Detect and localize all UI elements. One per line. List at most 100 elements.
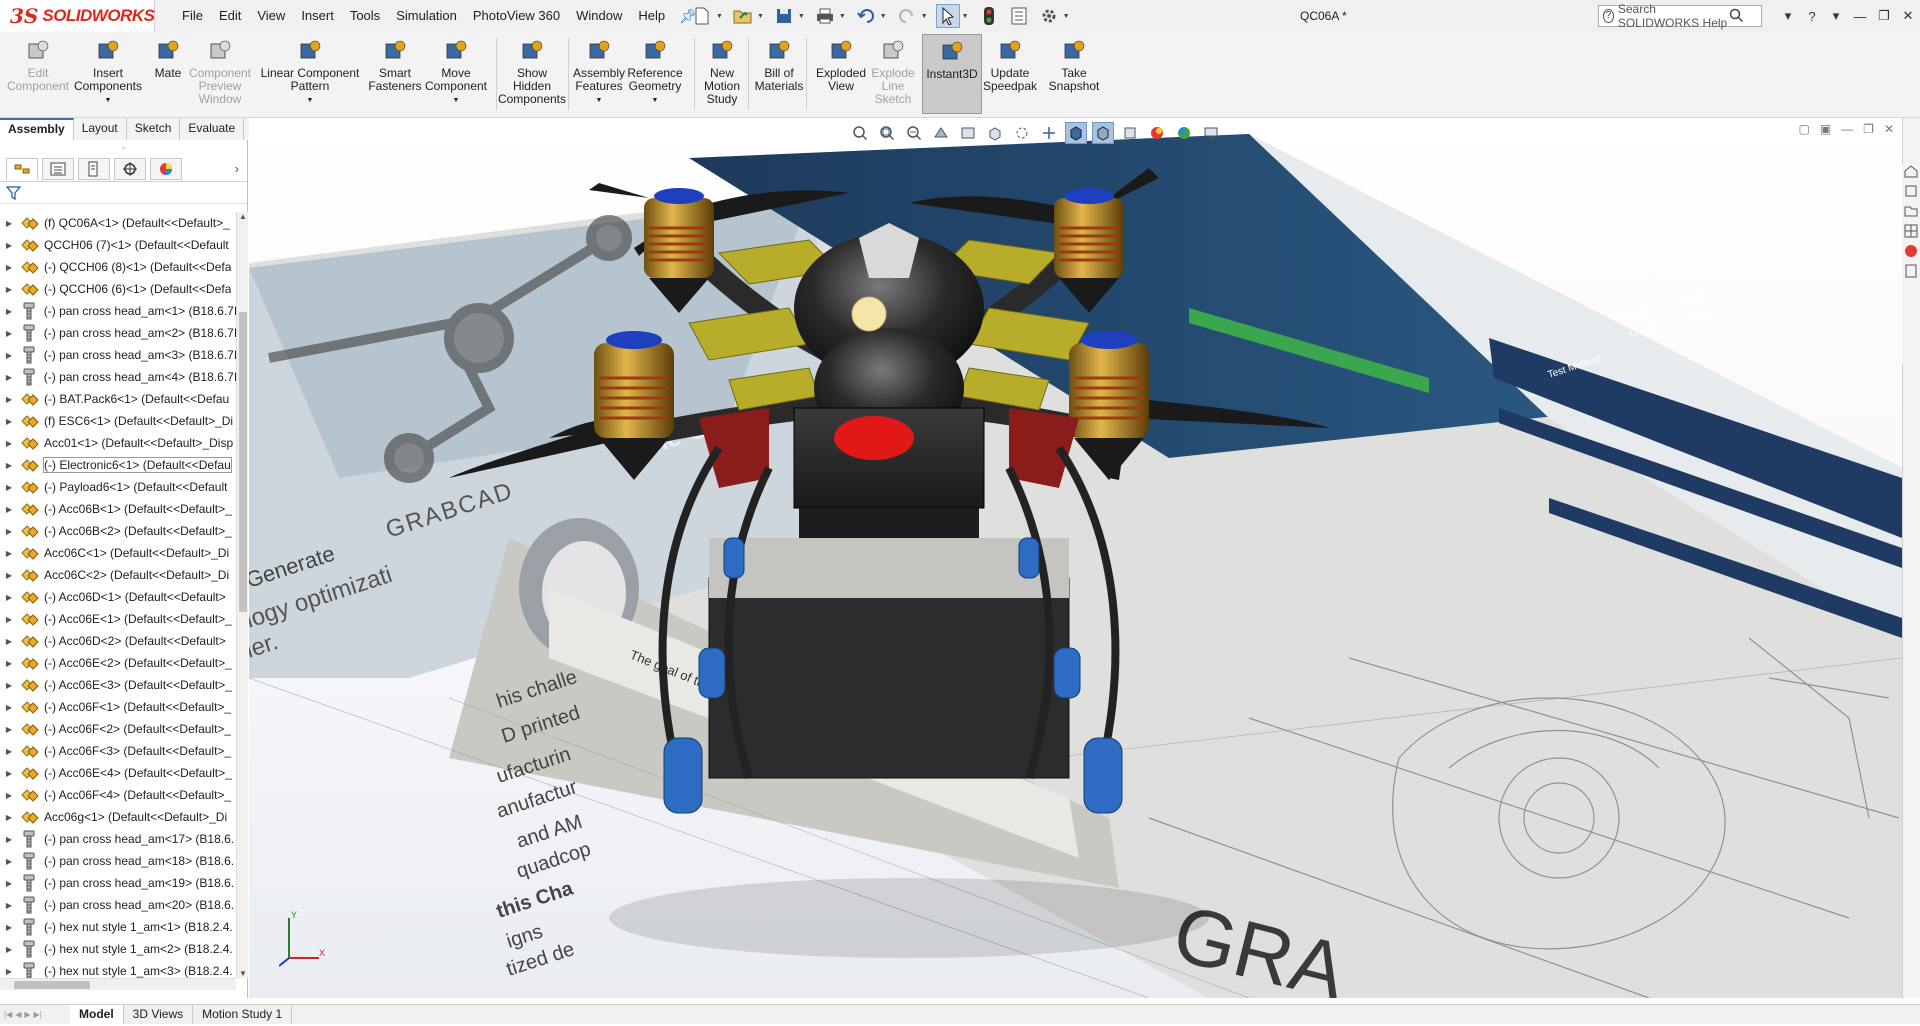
expand-arrow-icon[interactable]: ▶	[0, 549, 18, 558]
edit-appearance-icon[interactable]	[1146, 122, 1168, 144]
command-dropdown-icon[interactable]: ▼	[596, 94, 603, 107]
close-icon[interactable]: ✕	[1896, 8, 1920, 24]
tree-row[interactable]: ▶ (-) Electronic6<1> (Default<<Defau	[0, 454, 236, 476]
zoom-to-fit-icon[interactable]	[849, 122, 871, 144]
menu-file[interactable]: File	[174, 0, 211, 32]
tree-row[interactable]: ▶ (-) Acc06B<1> (Default<<Default>_	[0, 498, 236, 520]
tab-sketch[interactable]: Sketch	[127, 118, 181, 140]
tree-row[interactable]: ▶ (-) pan cross head_am<1> (B18.6.7I	[0, 300, 236, 322]
tree-horizontal-scrollbar[interactable]	[0, 978, 236, 990]
display-style-shaded-icon[interactable]	[1065, 122, 1087, 144]
options-gear-icon[interactable]	[1037, 4, 1061, 28]
menu-insert[interactable]: Insert	[293, 0, 342, 32]
expand-arrow-icon[interactable]: ▶	[0, 351, 18, 360]
bottom-tab-3d-views[interactable]: 3D Views	[124, 1005, 194, 1024]
panel-expand-arrow-icon[interactable]: ›	[235, 161, 239, 176]
expand-arrow-icon[interactable]: ▶	[0, 417, 18, 426]
explode-line-sketch-button[interactable]: Explode Line Sketch	[870, 34, 916, 114]
appearances-icon[interactable]	[1904, 244, 1918, 258]
feature-manager-tree-icon[interactable]	[6, 157, 38, 180]
prev-tab-icon[interactable]: ◀	[15, 1010, 21, 1019]
assembly-features-button[interactable]: Assembly Features ▼	[568, 34, 630, 114]
graphics-area[interactable]: Generate GRABCAD The Go The goal of this…	[249, 118, 1902, 998]
filter-icon[interactable]	[6, 185, 24, 201]
viewport-expand-icon[interactable]: ▣	[1820, 122, 1831, 136]
hide-show-items-icon[interactable]	[1119, 122, 1141, 144]
tree-row[interactable]: ▶ (-) QCCH06 (6)<1> (Default<<Defa	[0, 278, 236, 300]
options-dropdown-icon[interactable]: ▼	[1063, 13, 1070, 20]
expand-arrow-icon[interactable]: ▶	[0, 615, 18, 624]
view-orientation-icon[interactable]	[984, 122, 1006, 144]
expand-arrow-icon[interactable]: ▶	[0, 659, 18, 668]
expand-arrow-icon[interactable]: ▶	[0, 725, 18, 734]
move-component-button[interactable]: Move Component ▼	[424, 34, 488, 114]
expand-arrow-icon[interactable]: ▶	[0, 813, 18, 822]
component-preview-window-button[interactable]: Component Preview Window	[184, 34, 256, 114]
reference-geometry-button[interactable]: Reference Geometry ▼	[626, 34, 684, 114]
linear-component-pattern-button[interactable]: Linear Component Pattern ▼	[258, 34, 362, 114]
vertical-scroll-thumb[interactable]	[239, 312, 247, 612]
edit-component-button[interactable]: Edit Component	[0, 34, 76, 114]
menu-window[interactable]: Window	[568, 0, 630, 32]
scroll-down-icon[interactable]: ▼	[237, 969, 249, 978]
tree-row[interactable]: ▶ (-) Payload6<1> (Default<<Default	[0, 476, 236, 498]
file-explorer-icon[interactable]	[1904, 204, 1918, 218]
tab-assembly[interactable]: Assembly	[0, 118, 74, 140]
tree-row[interactable]: ▶ (-) hex nut style 1_am<3> (B18.2.4.	[0, 960, 236, 978]
next-tab-icon[interactable]: ▶	[24, 1010, 30, 1019]
configuration-manager-icon[interactable]	[78, 157, 110, 180]
expand-arrow-icon[interactable]: ▶	[0, 593, 18, 602]
command-dropdown-icon[interactable]: ▼	[453, 94, 460, 107]
expand-arrow-icon[interactable]: ▶	[0, 461, 18, 470]
expand-arrow-icon[interactable]: ▶	[0, 439, 18, 448]
expand-arrow-icon[interactable]: ▶	[0, 681, 18, 690]
print-icon[interactable]	[813, 4, 837, 28]
redo-icon[interactable]	[895, 4, 919, 28]
update-speedpak-button[interactable]: Update Speedpak	[982, 34, 1038, 114]
viewport-close-icon[interactable]: ✕	[1884, 122, 1894, 136]
solidworks-resources-icon[interactable]	[1904, 164, 1918, 178]
expand-arrow-icon[interactable]: ▶	[0, 747, 18, 756]
view-settings-icon[interactable]	[1200, 122, 1222, 144]
tree-vertical-scrollbar[interactable]: ▲ ▼	[236, 212, 248, 978]
save-dropdown-icon[interactable]: ▼	[798, 13, 805, 20]
previous-view-icon[interactable]	[903, 122, 925, 144]
expand-arrow-icon[interactable]: ▶	[0, 483, 18, 492]
print-dropdown-icon[interactable]: ▼	[839, 13, 846, 20]
expand-arrow-icon[interactable]: ▶	[0, 285, 18, 294]
new-dropdown-icon[interactable]: ▼	[716, 13, 723, 20]
save-icon[interactable]	[772, 4, 796, 28]
file-properties-icon[interactable]	[1007, 4, 1031, 28]
viewport-minimize-icon[interactable]: —	[1841, 122, 1853, 136]
expand-arrow-icon[interactable]: ▶	[0, 637, 18, 646]
custom-properties-icon[interactable]	[1904, 264, 1918, 278]
expand-arrow-icon[interactable]: ▶	[0, 395, 18, 404]
tree-row[interactable]: ▶ (-) Acc06E<2> (Default<<Default>_	[0, 652, 236, 674]
tree-filter[interactable]	[0, 182, 247, 204]
tree-row[interactable]: ▶ (-) QCCH06 (8)<1> (Default<<Defa	[0, 256, 236, 278]
take-snapshot-button[interactable]: Take Snapshot	[1046, 34, 1102, 114]
tree-row[interactable]: ▶ (-) Acc06E<1> (Default<<Default>_	[0, 608, 236, 630]
command-dropdown-icon[interactable]: ▼	[105, 94, 112, 107]
tree-row[interactable]: ▶ Acc01<1> (Default<<Default>_Disp	[0, 432, 236, 454]
display-manager-icon[interactable]	[150, 157, 182, 180]
menu-edit[interactable]: Edit	[211, 0, 249, 32]
menu-help[interactable]: Help	[630, 0, 673, 32]
expand-arrow-icon[interactable]: ▶	[0, 835, 18, 844]
tab-layout[interactable]: Layout	[74, 118, 127, 140]
horizontal-scroll-thumb[interactable]	[14, 981, 90, 989]
tree-row[interactable]: ▶ (-) Acc06B<2> (Default<<Default>_	[0, 520, 236, 542]
display-style-edges-icon[interactable]	[1092, 122, 1114, 144]
help-icon[interactable]: ?	[1800, 9, 1824, 24]
expand-arrow-icon[interactable]: ▶	[0, 945, 18, 954]
expand-arrow-icon[interactable]: ▶	[0, 923, 18, 932]
exploded-view-button[interactable]: Exploded View	[812, 34, 870, 114]
search-input[interactable]: Search SOLIDWORKS Help	[1618, 2, 1729, 30]
command-dropdown-icon[interactable]: ▼	[652, 94, 659, 107]
open-document-icon[interactable]	[731, 4, 755, 28]
tree-row[interactable]: ▶ (-) pan cross head_am<18> (B18.6.	[0, 850, 236, 872]
expand-arrow-icon[interactable]: ▶	[0, 879, 18, 888]
drone-model-scene[interactable]: Generate GRABCAD The Go The goal of this…	[249, 118, 1902, 998]
tree-row[interactable]: ▶ (-) pan cross head_am<20> (B18.6.	[0, 894, 236, 916]
zoom-to-area-icon[interactable]	[876, 122, 898, 144]
